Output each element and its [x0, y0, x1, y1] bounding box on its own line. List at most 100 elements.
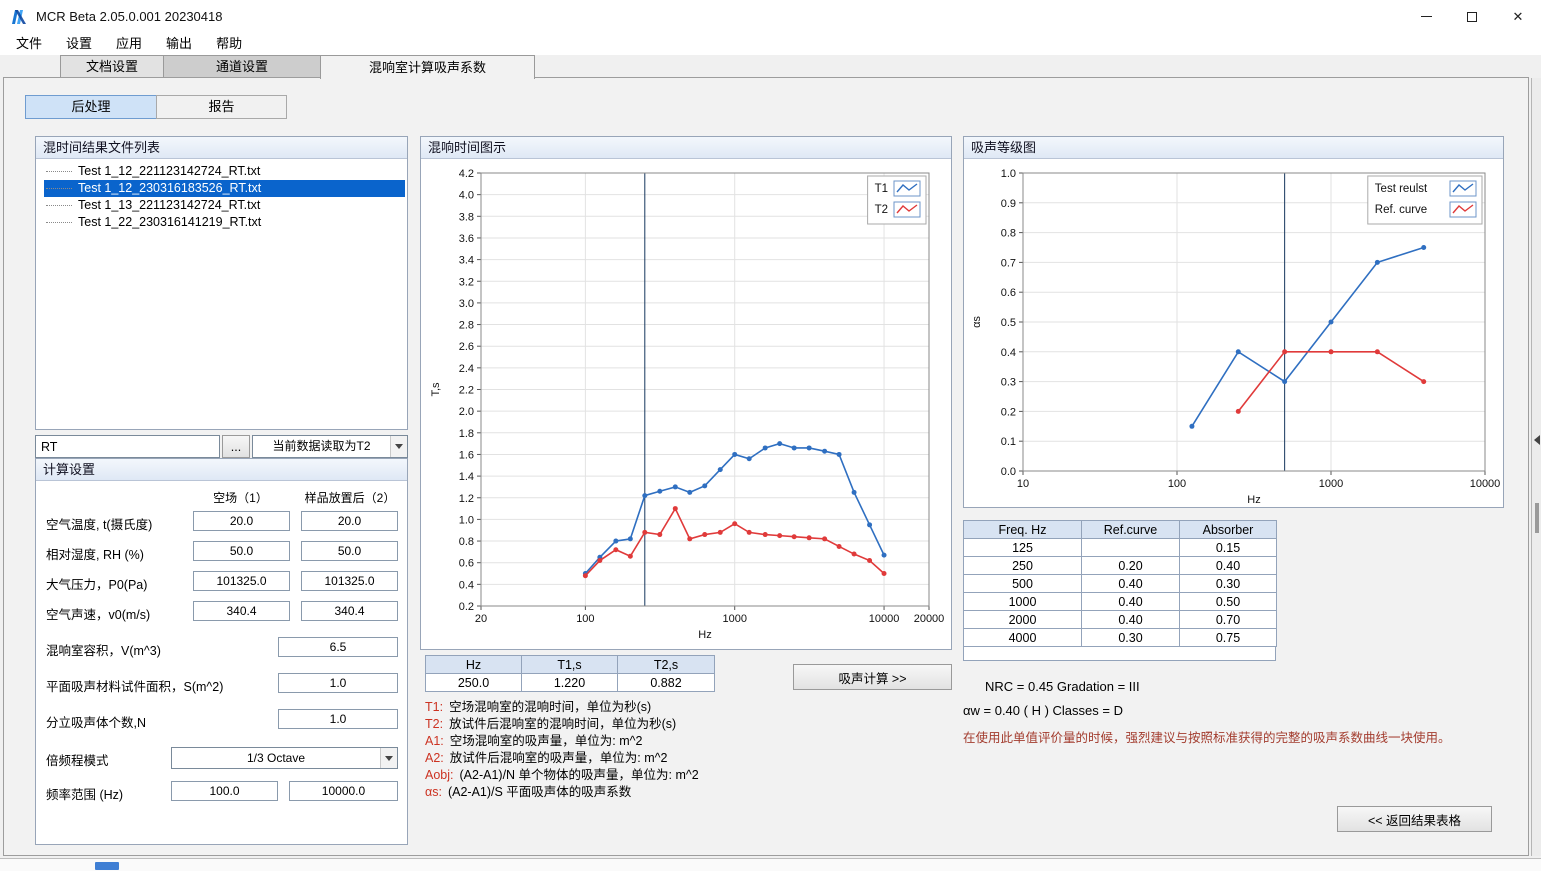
- absorption-chart-panel: 吸声等级图 0.00.10.20.30.40.50.60.70.80.91.01…: [963, 136, 1504, 508]
- cursor-readout-table: Hz T1,s T2,s 250.0 1.220 0.882: [425, 655, 715, 692]
- table-row[interactable]: 5000.400.30: [964, 575, 1277, 593]
- tab-reverberation-absorption[interactable]: 混响室计算吸声系数: [320, 55, 535, 79]
- readout-header-t2: T2,s: [618, 656, 715, 674]
- freq-max-input[interactable]: [289, 781, 398, 801]
- nrc-result-text: NRC = 0.45 Gradation = III: [985, 679, 1140, 694]
- data-point: [837, 452, 842, 457]
- svg-text:0.2: 0.2: [1001, 406, 1016, 418]
- file-item[interactable]: Test 1_12_221123142724_RT.txt: [44, 163, 405, 180]
- subtab-postprocess[interactable]: 后处理: [25, 95, 157, 119]
- svg-text:0.6: 0.6: [459, 558, 474, 570]
- rt-chart-panel: 混响时间图示 0.20.40.60.81.01.21.41.61.82.02.2…: [420, 136, 952, 650]
- note-t1: T1:空场混响室的混响时间，单位为秒(s): [425, 699, 699, 716]
- subtab-report[interactable]: 报告: [156, 95, 287, 119]
- svg-text:0.4: 0.4: [459, 579, 474, 591]
- data-point: [867, 522, 872, 527]
- table-row[interactable]: 10000.400.50: [964, 593, 1277, 611]
- octave-mode-combo[interactable]: 1/3 Octave: [171, 747, 398, 769]
- file-item[interactable]: Test 1_13_221123142724_RT.txt: [44, 197, 405, 214]
- menu-item-apply[interactable]: 应用: [104, 33, 154, 55]
- svg-text:4.2: 4.2: [459, 168, 474, 180]
- table-row[interactable]: 2500.200.40: [964, 557, 1277, 575]
- absorber-table-container: Freq. Hz Ref.curve Absorber 1250.15 2500…: [963, 520, 1276, 661]
- data-point: [1421, 379, 1426, 384]
- table-row[interactable]: 40000.300.75: [964, 629, 1277, 647]
- collapse-panel-handle[interactable]: [1531, 78, 1541, 856]
- minimize-button[interactable]: [1403, 0, 1449, 33]
- pressure-empty-input[interactable]: [193, 571, 290, 591]
- data-point: [628, 554, 633, 559]
- data-point: [837, 544, 842, 549]
- data-point: [1329, 320, 1334, 325]
- absorption-calc-button[interactable]: 吸声计算 >>: [793, 664, 952, 690]
- data-point: [1375, 260, 1380, 265]
- svg-text:0.4: 0.4: [1001, 347, 1016, 359]
- absorption-grade-chart[interactable]: 0.00.10.20.30.40.50.60.70.80.91.01010010…: [964, 159, 1503, 507]
- data-point: [882, 571, 887, 576]
- tab-document-settings[interactable]: 文档设置: [60, 55, 164, 77]
- room-volume-input[interactable]: [278, 637, 398, 657]
- svg-text:3.0: 3.0: [459, 298, 474, 310]
- sample-area-input[interactable]: [278, 673, 398, 693]
- note-t2: T2:放试件后混响室的混响时间，单位为秒(s): [425, 716, 699, 733]
- data-point: [687, 536, 692, 541]
- menu-item-settings[interactable]: 设置: [54, 33, 104, 55]
- app-logo-icon: [10, 8, 28, 26]
- menu-item-file[interactable]: 文件: [4, 33, 54, 55]
- data-read-as-combo[interactable]: 当前数据读取为T2: [252, 435, 408, 458]
- data-point: [732, 521, 737, 526]
- calc-settings-panel: 计算设置 空场（1） 样品放置后（2） 空气温度, t(摄氏度) 相对湿度, R…: [35, 458, 408, 845]
- humidity-empty-input[interactable]: [193, 541, 290, 561]
- maximize-button[interactable]: [1449, 0, 1495, 33]
- rt-name-input[interactable]: [35, 435, 220, 458]
- svg-text:0.1: 0.1: [1001, 436, 1016, 448]
- svg-text:0.7: 0.7: [1001, 257, 1016, 269]
- sound-speed-empty-input[interactable]: [193, 601, 290, 621]
- menu-item-help[interactable]: 帮助: [204, 33, 254, 55]
- rt-file-list-title: 混时间结果文件列表: [36, 137, 407, 159]
- menu-item-output[interactable]: 输出: [154, 33, 204, 55]
- octave-mode-value: 1/3 Octave: [172, 748, 380, 768]
- data-point: [642, 493, 647, 498]
- data-point: [852, 490, 857, 495]
- air-temp-sample-input[interactable]: [301, 511, 398, 531]
- rt-file-list: Test 1_12_221123142724_RT.txt Test 1_12_…: [36, 159, 407, 429]
- air-temp-empty-input[interactable]: [193, 511, 290, 531]
- file-item[interactable]: Test 1_22_230316141219_RT.txt: [44, 214, 405, 231]
- svg-text:0.6: 0.6: [1001, 287, 1016, 299]
- absorption-chart-title: 吸声等级图: [964, 137, 1503, 159]
- close-button[interactable]: ✕: [1495, 0, 1541, 33]
- svg-text:3.4: 3.4: [459, 255, 474, 267]
- svg-text:Test reulst: Test reulst: [1375, 183, 1428, 195]
- tab-channel-settings[interactable]: 通道设置: [163, 55, 321, 77]
- file-item-selected[interactable]: Test 1_12_230316183526_RT.txt: [44, 180, 405, 197]
- rt-chart-title: 混响时间图示: [421, 137, 951, 159]
- reverberation-time-chart[interactable]: 0.20.40.60.81.01.21.41.61.82.02.22.42.62…: [421, 159, 951, 649]
- svg-text:0.5: 0.5: [1001, 317, 1016, 329]
- svg-text:1.8: 1.8: [459, 428, 474, 440]
- data-point: [1375, 349, 1380, 354]
- scrollbar-thumb[interactable]: [1535, 503, 1539, 533]
- humidity-sample-input[interactable]: [301, 541, 398, 561]
- browse-button[interactable]: ...: [222, 435, 250, 458]
- freq-min-input[interactable]: [171, 781, 278, 801]
- svg-text:20: 20: [475, 613, 487, 625]
- data-point: [792, 534, 797, 539]
- table-row[interactable]: 20000.400.70: [964, 611, 1277, 629]
- pressure-sample-input[interactable]: [301, 571, 398, 591]
- label-sound-speed: 空气声速，v0(m/s): [46, 604, 150, 623]
- data-point: [747, 530, 752, 535]
- column-header-empty-room: 空场（1）: [188, 489, 293, 506]
- object-count-input[interactable]: [278, 709, 398, 729]
- svg-text:Ref. curve: Ref. curve: [1375, 204, 1427, 216]
- back-to-results-button[interactable]: << 返回结果表格: [1337, 806, 1492, 832]
- table-row[interactable]: 1250.15: [964, 539, 1277, 557]
- sound-speed-sample-input[interactable]: [301, 601, 398, 621]
- absorber-table: Freq. Hz Ref.curve Absorber 1250.15 2500…: [963, 520, 1277, 647]
- data-point: [613, 547, 618, 552]
- data-point: [1421, 245, 1426, 250]
- svg-text:100: 100: [1168, 478, 1186, 490]
- tree-connector: [46, 205, 72, 206]
- svg-text:10000: 10000: [1470, 478, 1501, 490]
- svg-text:1000: 1000: [722, 613, 746, 625]
